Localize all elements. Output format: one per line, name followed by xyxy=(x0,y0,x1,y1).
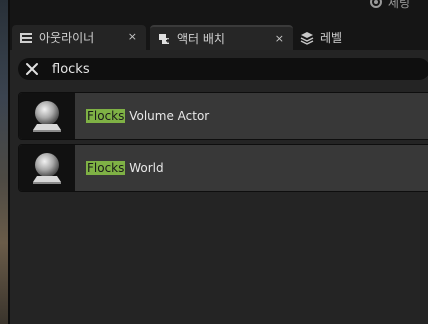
place-actors-panel: Flocks Volume Actor xyxy=(10,50,428,324)
tab-bar: 아웃라이너 × 액터 배치 × 레벨 xyxy=(10,22,428,50)
search-match-highlight: Flocks xyxy=(86,161,126,175)
tab-levels[interactable]: 레벨 xyxy=(293,25,373,50)
tab-place-actors-label: 액터 배치 xyxy=(177,32,225,46)
sphere-actor-icon xyxy=(33,153,61,184)
close-icon xyxy=(26,63,38,75)
actor-name-rest: World xyxy=(125,161,164,175)
actor-name: Flocks World xyxy=(86,145,164,191)
gear-icon xyxy=(369,0,382,8)
clear-search-button[interactable] xyxy=(22,59,42,79)
settings-label: 세팅 xyxy=(387,0,410,10)
search-match-highlight: Flocks xyxy=(86,109,126,123)
tab-outliner[interactable]: 아웃라이너 × xyxy=(12,25,146,50)
actor-name: Flocks Volume Actor xyxy=(86,93,209,139)
close-icon[interactable]: × xyxy=(275,32,284,46)
background-window-edge xyxy=(0,0,10,324)
list-item[interactable]: Flocks Volume Actor xyxy=(18,92,428,140)
levels-icon xyxy=(300,31,314,45)
app-root: 세팅 아웃라이너 × 액터 배치 × 레벨 flocks Flocks Volu… xyxy=(0,0,428,324)
actor-thumbnail xyxy=(19,145,75,191)
search-results-list: Flocks Volume Actor Flocks World xyxy=(18,92,428,196)
tab-levels-label: 레벨 xyxy=(320,31,343,45)
place-actors-icon xyxy=(159,33,170,44)
close-icon[interactable]: × xyxy=(128,30,137,44)
outliner-icon xyxy=(20,32,32,43)
sphere-actor-icon xyxy=(33,101,61,132)
list-item[interactable]: Flocks World xyxy=(18,144,428,192)
actor-thumbnail xyxy=(19,93,75,139)
search-box xyxy=(18,58,428,80)
top-bar: 세팅 xyxy=(10,0,428,22)
search-input[interactable] xyxy=(52,58,412,80)
tab-place-actors[interactable]: 액터 배치 × xyxy=(150,25,293,50)
actor-name-rest: Volume Actor xyxy=(125,109,210,123)
tab-outliner-label: 아웃라이너 xyxy=(39,31,95,45)
settings-button[interactable]: 세팅 xyxy=(368,0,410,10)
